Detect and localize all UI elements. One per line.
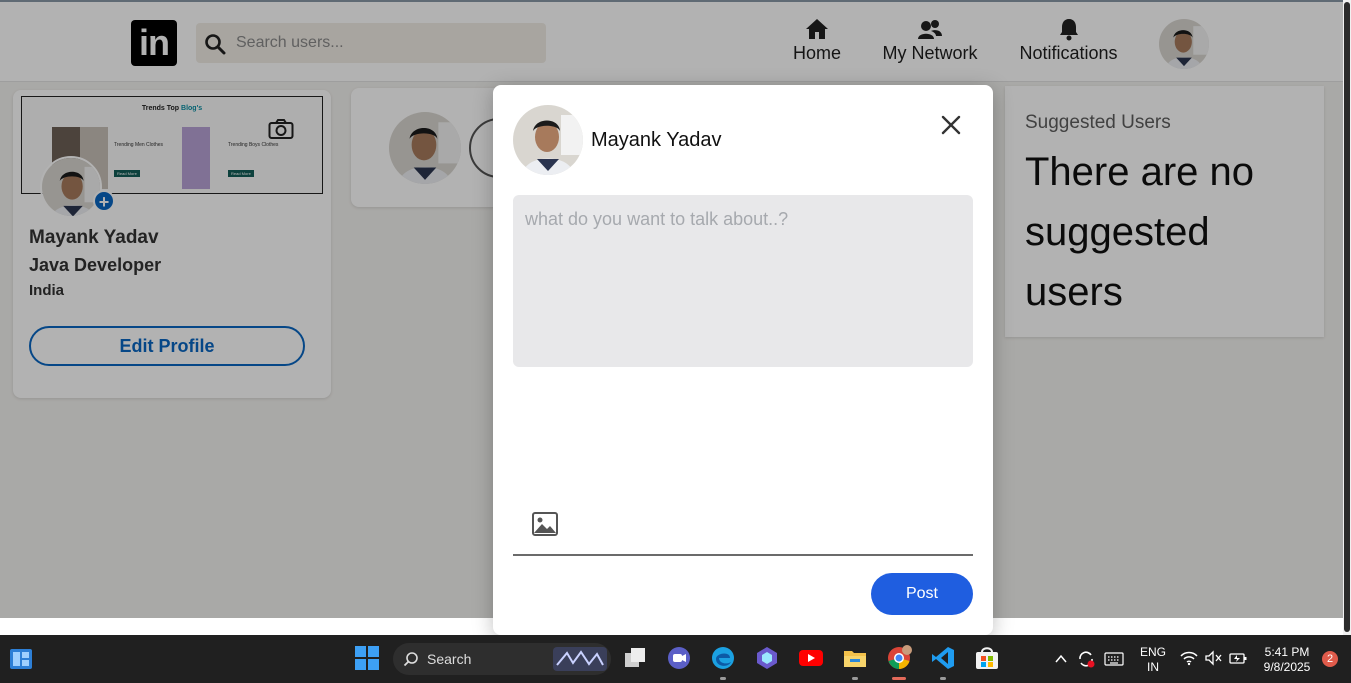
youtube-icon[interactable]	[798, 645, 824, 671]
vscode-icon[interactable]	[930, 645, 956, 671]
search-highlight-icon	[553, 647, 607, 671]
modal-user-name: Mayank Yadav	[591, 129, 722, 151]
copilot-icon[interactable]	[754, 645, 780, 671]
close-button[interactable]	[933, 107, 969, 143]
create-post-modal: Mayank Yadav Post	[493, 85, 993, 635]
battery-icon[interactable]	[1228, 650, 1248, 666]
edge-running-indicator	[720, 677, 726, 680]
language-indicator[interactable]: ENG IN	[1138, 645, 1168, 675]
widgets-icon[interactable]	[8, 646, 34, 672]
explorer-running-indicator	[852, 677, 858, 680]
taskbar-search-label: Search	[427, 651, 472, 667]
chevron-up-icon[interactable]	[1053, 651, 1069, 667]
scrollbar-thumb[interactable]	[1344, 2, 1350, 632]
start-icon[interactable]	[354, 645, 380, 671]
page-scrollbar[interactable]	[1343, 0, 1351, 635]
language-code: ENG	[1139, 645, 1166, 659]
notification-badge[interactable]: 2	[1322, 651, 1338, 667]
task-view-icon[interactable]	[622, 645, 648, 671]
chrome-icon[interactable]	[886, 645, 912, 671]
volume-muted-icon[interactable]	[1204, 650, 1222, 666]
windows-taskbar: Search ENG IN 5:41 PM 9/8/2025 2	[0, 635, 1351, 683]
region-code: IN	[1147, 660, 1159, 674]
clock-time: 5:41 PM	[1264, 645, 1310, 659]
store-icon[interactable]	[974, 645, 1000, 671]
sync-icon[interactable]	[1076, 649, 1096, 669]
teams-icon[interactable]	[666, 645, 692, 671]
edge-icon[interactable]	[710, 645, 736, 671]
system-clock[interactable]: 5:41 PM 9/8/2025	[1258, 645, 1316, 675]
taskbar-search-icon	[403, 652, 418, 667]
post-textarea[interactable]	[513, 195, 973, 367]
image-upload-icon[interactable]	[531, 511, 559, 537]
close-icon	[941, 115, 961, 135]
clock-date: 9/8/2025	[1263, 660, 1311, 674]
modal-divider	[513, 554, 973, 556]
keyboard-icon[interactable]	[1104, 651, 1124, 667]
taskbar-search[interactable]: Search	[393, 643, 611, 675]
modal-avatar	[513, 105, 583, 175]
chrome-active-indicator	[892, 677, 906, 680]
post-button[interactable]: Post	[871, 573, 973, 615]
vscode-running-indicator	[940, 677, 946, 680]
file-explorer-icon[interactable]	[842, 645, 868, 671]
wifi-icon[interactable]	[1180, 650, 1198, 666]
